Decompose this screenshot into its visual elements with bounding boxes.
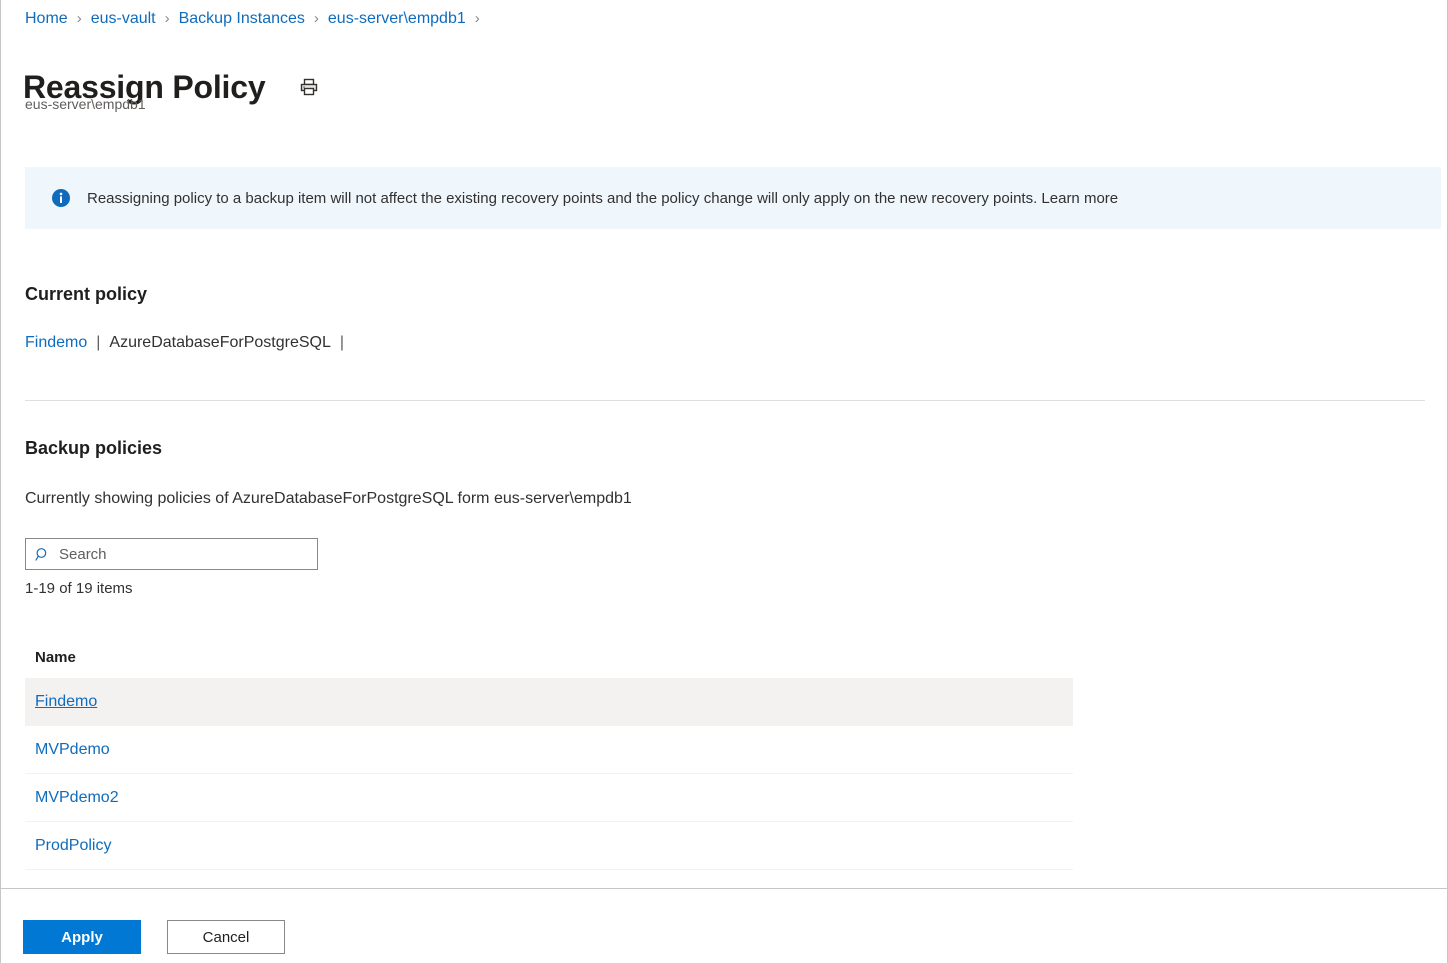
policy-name-link[interactable]: MVPdemo	[25, 739, 110, 761]
breadcrumb: Home › eus-vault › Backup Instances › eu…	[25, 8, 489, 30]
chevron-right-icon: ›	[474, 10, 480, 27]
policies-table: Name Findemo MVPdemo MVPdemo2 ProdPolicy	[25, 636, 1073, 870]
table-row[interactable]: Findemo	[25, 678, 1073, 726]
cancel-button[interactable]: Cancel	[167, 920, 285, 954]
chevron-right-icon: ›	[164, 10, 170, 27]
printer-icon-glyph	[301, 79, 318, 96]
search-icon-glyph	[35, 547, 47, 561]
info-icon	[51, 188, 71, 208]
table-row[interactable]: MVPdemo2	[25, 774, 1073, 822]
footer-divider	[1, 888, 1447, 889]
search-box[interactable]	[25, 538, 318, 570]
info-banner: Reassigning policy to a backup item will…	[25, 167, 1441, 229]
current-policy-datasource-type: AzureDatabaseForPostgreSQL	[109, 334, 331, 351]
breadcrumb-item-eus-vault[interactable]: eus-vault	[91, 8, 156, 30]
page-subtitle: eus-server\empdb1	[25, 96, 146, 112]
title-row: Reassign Policy	[23, 45, 323, 130]
apply-button[interactable]: Apply	[23, 920, 141, 954]
showing-policies-text: Currently showing policies of AzureDatab…	[25, 490, 632, 507]
policy-name-link[interactable]: Findemo	[25, 691, 97, 713]
current-policy-value: Findemo | AzureDatabaseForPostgreSQL |	[25, 332, 353, 354]
current-policy-link[interactable]: Findemo	[25, 332, 87, 354]
policy-name-link[interactable]: MVPdemo2	[25, 787, 119, 809]
backup-policies-heading: Backup policies	[25, 437, 163, 458]
column-header-name: Name	[35, 648, 76, 666]
chevron-right-icon: ›	[313, 10, 319, 27]
search-icon	[35, 547, 50, 562]
current-policy-heading: Current policy	[25, 283, 148, 304]
item-count-label: 1-19 of 19 items	[25, 580, 133, 597]
table-header-row: Name	[25, 636, 1073, 678]
policy-separator: |	[96, 334, 101, 351]
section-divider	[25, 400, 1425, 401]
table-row[interactable]: MVPdemo	[25, 726, 1073, 774]
printer-icon[interactable]	[295, 73, 323, 101]
reassign-policy-page: Home › eus-vault › Backup Instances › eu…	[0, 0, 1448, 963]
info-banner-text: Reassigning policy to a backup item will…	[87, 189, 1119, 207]
info-icon-glyph	[52, 189, 70, 207]
footer-actions: Apply Cancel	[23, 920, 285, 954]
policy-name-link[interactable]: ProdPolicy	[25, 835, 111, 857]
breadcrumb-item-backup-instances[interactable]: Backup Instances	[179, 8, 305, 30]
table-row[interactable]: ProdPolicy	[25, 822, 1073, 870]
breadcrumb-item-eus-server-empdb1[interactable]: eus-server\empdb1	[328, 8, 466, 30]
search-input[interactable]	[57, 544, 311, 564]
breadcrumb-item-home[interactable]: Home	[25, 8, 68, 30]
policy-separator: |	[339, 334, 345, 351]
chevron-right-icon: ›	[76, 10, 82, 27]
